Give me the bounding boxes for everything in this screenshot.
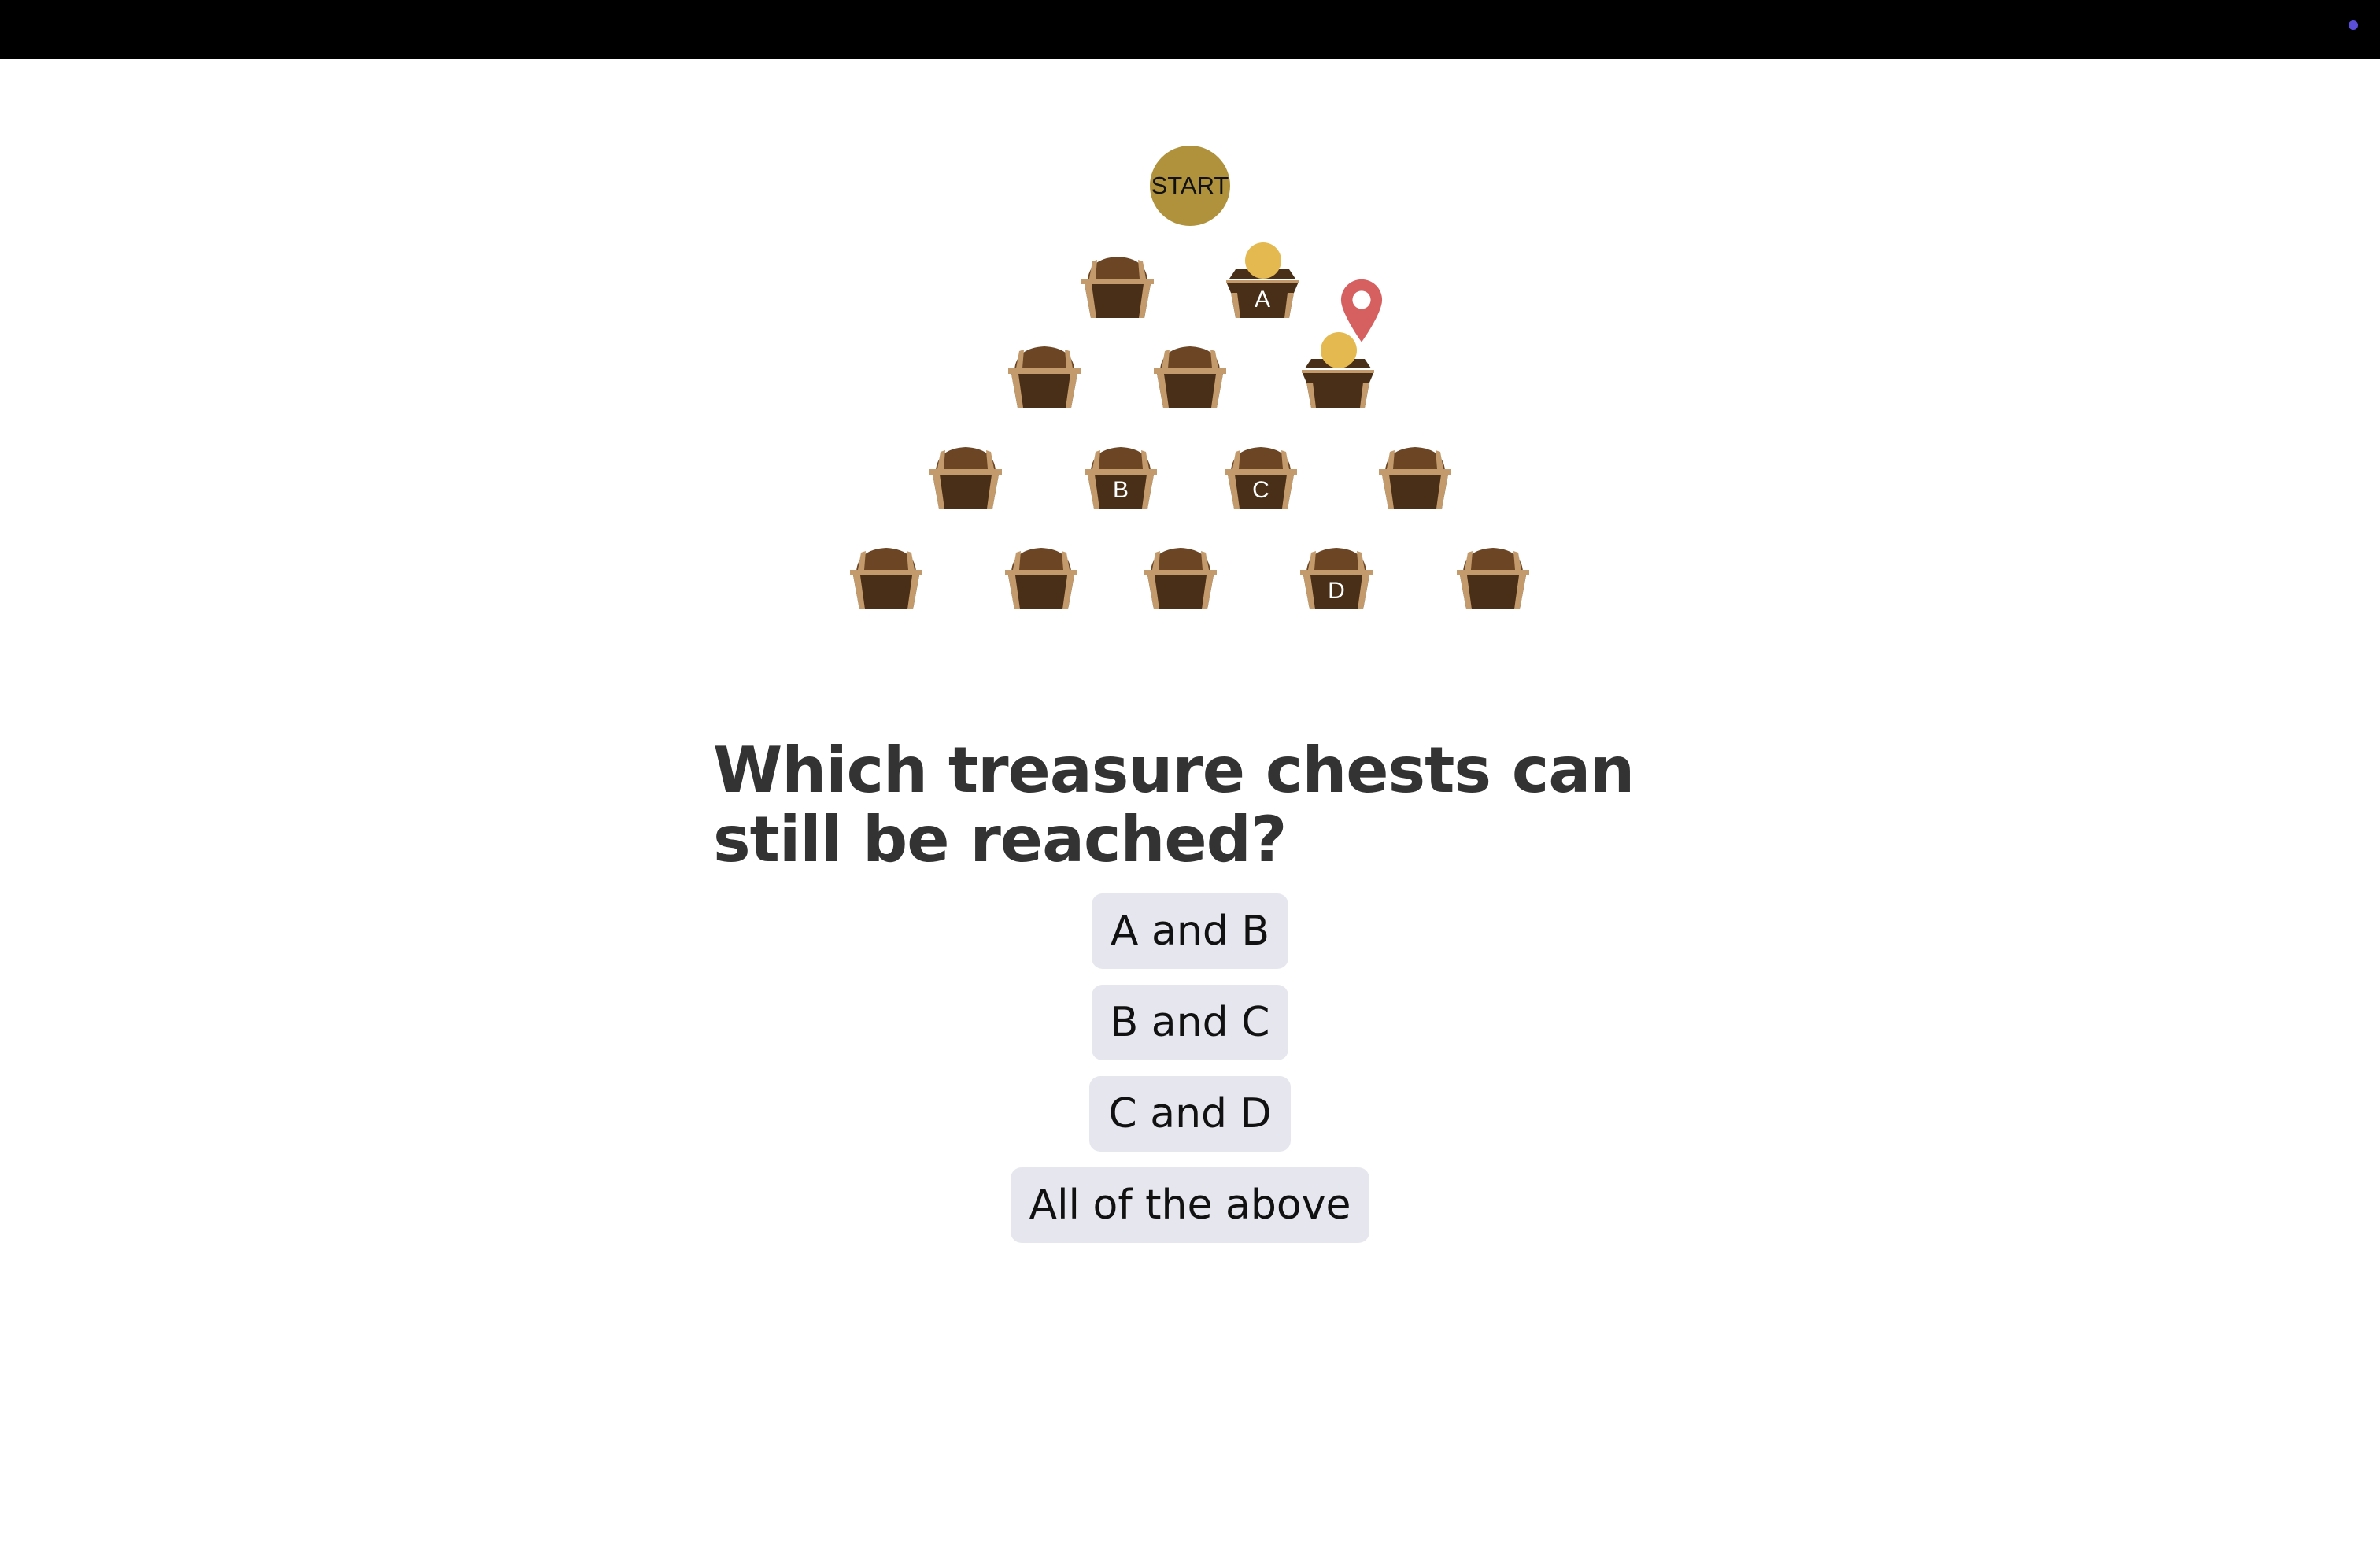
treasure-chest-r3-c4 — [1376, 442, 1454, 509]
treasure-chest-c: C — [1221, 442, 1300, 509]
treasure-chest-b: B — [1081, 442, 1160, 509]
treasure-board: START A B C D — [0, 0, 2380, 645]
option-c-and-d-button[interactable]: C and D — [1089, 1076, 1291, 1152]
treasure-chest-d: D — [1297, 543, 1376, 609]
start-node: START — [1150, 146, 1230, 226]
chest-label: A — [1254, 287, 1270, 313]
chest-label: B — [1112, 477, 1129, 503]
chest-label: D — [1328, 578, 1345, 604]
answer-options: A and B B and C C and D All of the above — [0, 893, 2380, 1243]
treasure-chest-r3-c1 — [926, 442, 1005, 509]
location-pin-icon — [1322, 277, 1383, 342]
chest-label: C — [1252, 477, 1269, 503]
question-text: Which treasure chests can still be reach… — [713, 734, 1635, 876]
treasure-chest-r4-c2 — [1002, 543, 1081, 609]
option-b-and-c-button[interactable]: B and C — [1091, 985, 1289, 1060]
option-all-of-the-above-button[interactable]: All of the above — [1010, 1167, 1370, 1243]
treasure-chest-r4-c5 — [1454, 543, 1532, 609]
treasure-chest-r1-c1 — [1078, 252, 1157, 318]
treasure-chest-r2-c2 — [1151, 342, 1229, 408]
treasure-chest-a: A — [1223, 242, 1302, 318]
gold-coin-icon — [1245, 242, 1281, 279]
treasure-chest-r4-c1 — [847, 543, 926, 609]
treasure-chest-r2-c3 — [1299, 279, 1383, 408]
treasure-chest-r4-c3 — [1141, 543, 1220, 609]
treasure-chest-r2-c1 — [1005, 342, 1084, 408]
option-a-and-b-button[interactable]: A and B — [1091, 893, 1289, 969]
